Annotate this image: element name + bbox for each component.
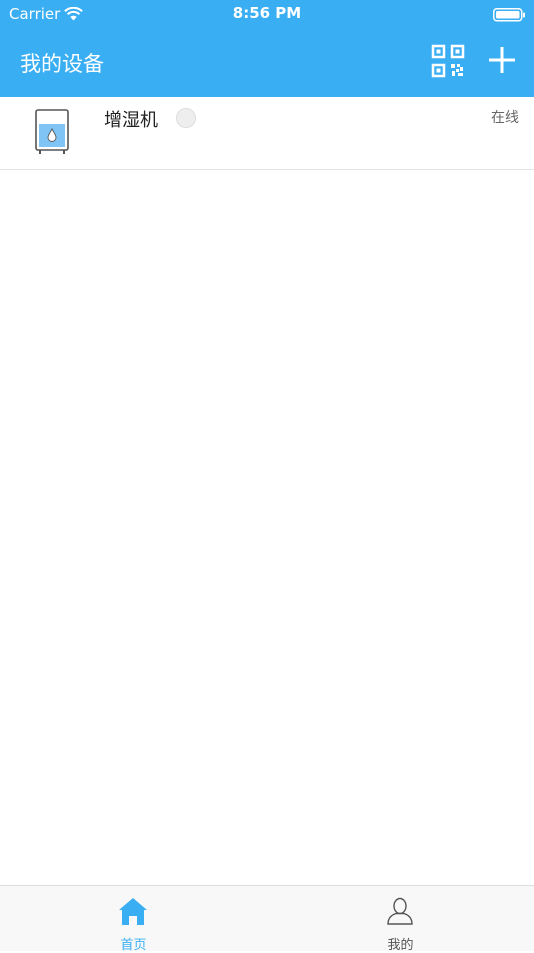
add-device-button[interactable] xyxy=(486,44,518,76)
app-header: Carrier 8:56 PM 我的设备 xyxy=(0,0,534,97)
status-time: 8:56 PM xyxy=(232,4,302,22)
device-list-item[interactable]: 增湿机 在线 xyxy=(0,97,534,170)
scan-qr-button[interactable] xyxy=(431,44,465,78)
device-status: 在线 xyxy=(491,110,519,126)
tab-bar: 首页 我的 xyxy=(0,885,534,953)
status-bar: Carrier 8:56 PM xyxy=(0,0,534,28)
page-title: 我的设备 xyxy=(20,52,104,76)
status-indicator xyxy=(176,108,196,128)
battery-icon xyxy=(493,7,526,26)
tab-home[interactable]: 首页 xyxy=(0,886,267,953)
home-icon xyxy=(118,896,148,930)
plus-icon xyxy=(489,47,515,73)
qr-code-icon xyxy=(431,44,465,78)
device-name: 增湿机 xyxy=(104,110,158,131)
tab-mine-label: 我的 xyxy=(387,938,414,953)
tab-home-label: 首页 xyxy=(120,938,147,953)
tab-mine[interactable]: 我的 xyxy=(267,886,534,953)
person-icon xyxy=(385,896,415,930)
humidifier-icon xyxy=(34,107,70,159)
